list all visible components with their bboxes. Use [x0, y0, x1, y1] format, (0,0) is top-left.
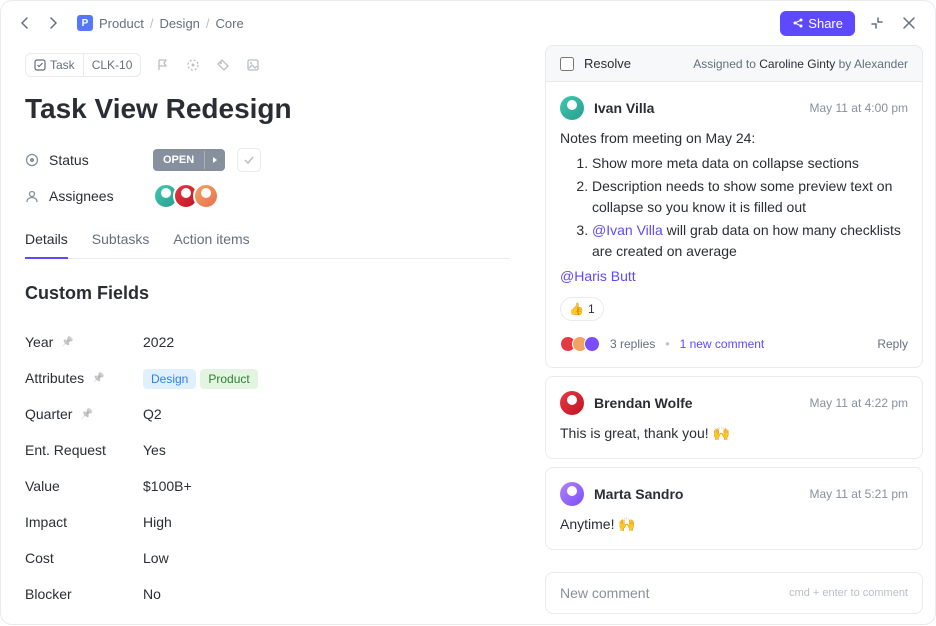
custom-field-row: CostLow [25, 540, 509, 576]
custom-fields-heading: Custom Fields [25, 283, 509, 304]
complete-button[interactable] [237, 148, 261, 172]
comment-body: This is great, thank you! 🙌 [560, 423, 908, 444]
status-label: Status [49, 152, 89, 168]
assignees-label: Assignees [49, 188, 114, 204]
custom-field-label: Value [25, 478, 143, 494]
breadcrumb-item[interactable]: Design [159, 16, 199, 31]
tag[interactable]: Design [143, 369, 196, 389]
tab-subtasks[interactable]: Subtasks [92, 231, 150, 259]
collapse-icon[interactable] [867, 13, 887, 33]
custom-field-row: Value$100B+ [25, 468, 509, 504]
tabs: Details Subtasks Action items [25, 231, 509, 259]
comment-time: May 11 at 5:21 pm [810, 487, 909, 501]
tag[interactable]: Product [200, 369, 257, 389]
comment: Marta Sandro May 11 at 5:21 pm Anytime! … [545, 467, 923, 550]
custom-field-value[interactable]: Low [143, 550, 169, 566]
topbar: P Product / Design / Core Share [1, 1, 935, 45]
pin-icon: 📌 [61, 337, 73, 348]
comments-panel: Resolve Assigned to Caroline Ginty by Al… [533, 45, 935, 626]
custom-field-row: ImpactHigh [25, 504, 509, 540]
custom-field-value[interactable]: $100B+ [143, 478, 192, 494]
custom-field-value[interactable]: Q2 [143, 406, 162, 422]
custom-field-row: Ent. RequestYes [25, 432, 509, 468]
nav-back[interactable] [17, 15, 33, 31]
thread-avatars [560, 336, 600, 352]
composer-hint: cmd + enter to comment [789, 587, 908, 599]
custom-field-row: BlockerNo [25, 576, 509, 612]
custom-field-label: Cost [25, 550, 143, 566]
pin-icon: 📌 [80, 409, 92, 420]
breadcrumb[interactable]: P Product / Design / Core [77, 15, 244, 31]
comment: Brendan Wolfe May 11 at 4:22 pm This is … [545, 376, 923, 459]
share-icon [792, 17, 804, 29]
assignees-avatars[interactable] [153, 183, 219, 209]
custom-field-value[interactable]: High [143, 514, 172, 530]
avatar[interactable] [193, 183, 219, 209]
task-title[interactable]: Task View Redesign [25, 93, 509, 125]
custom-field-value[interactable]: Yes [143, 442, 166, 458]
tag-icon[interactable] [215, 57, 231, 73]
tab-action-items[interactable]: Action items [173, 231, 249, 259]
reply-button[interactable]: Reply [877, 335, 908, 353]
comment-author: Brendan Wolfe [594, 395, 693, 411]
status-icon [25, 153, 39, 167]
breadcrumb-item[interactable]: Core [216, 16, 244, 31]
thread-replies[interactable]: 3 replies [610, 335, 655, 353]
assigned-text: Assigned to Caroline Ginty by Alexander [693, 57, 908, 71]
task-id: CLK-10 [92, 58, 133, 72]
breadcrumb-item[interactable]: Product [99, 16, 144, 31]
task-icon [34, 59, 46, 71]
avatar[interactable] [560, 391, 584, 415]
custom-field-row: Quarter📌Q2 [25, 396, 509, 432]
avatar[interactable] [560, 482, 584, 506]
mention[interactable]: @Haris Butt [560, 268, 636, 284]
pin-icon: 📌 [92, 373, 104, 384]
status-pill[interactable]: OPEN [153, 149, 225, 171]
resolve-bar: Resolve Assigned to Caroline Ginty by Al… [545, 45, 923, 82]
custom-field-label: Blocker [25, 586, 143, 602]
thread-new[interactable]: 1 new comment [680, 335, 765, 353]
custom-field-label: Quarter📌 [25, 406, 143, 422]
mention[interactable]: @Ivan Villa [592, 222, 663, 238]
comment-author: Ivan Villa [594, 100, 654, 116]
custom-field-label: Ent. Request [25, 442, 143, 458]
custom-field-label: Year📌 [25, 334, 143, 350]
comment-body: Notes from meeting on May 24: Show more … [560, 128, 908, 353]
task-type-chip[interactable]: Task CLK-10 [25, 53, 141, 77]
composer-placeholder: New comment [560, 585, 649, 601]
status-next-icon[interactable] [204, 151, 225, 169]
share-button[interactable]: Share [780, 11, 855, 36]
comment-time: May 11 at 4:22 pm [810, 396, 909, 410]
resolve-checkbox[interactable] [560, 57, 574, 71]
comment-composer[interactable]: New comment cmd + enter to comment [545, 572, 923, 614]
image-icon[interactable] [245, 57, 261, 73]
custom-field-value[interactable]: DesignProduct [143, 370, 262, 386]
space-icon: P [77, 15, 93, 31]
flag-icon[interactable] [155, 57, 171, 73]
custom-field-row: Year📌2022 [25, 324, 509, 360]
tab-details[interactable]: Details [25, 231, 68, 259]
close-icon[interactable] [899, 13, 919, 33]
task-detail-panel: Task CLK-10 Task View Redesign Status OP… [1, 45, 533, 626]
comment: Ivan Villa May 11 at 4:00 pm Notes from … [545, 82, 923, 368]
custom-field-value[interactable]: No [143, 586, 161, 602]
comment-body: Anytime! 🙌 [560, 514, 908, 535]
custom-field-label: Impact [25, 514, 143, 530]
comment-author: Marta Sandro [594, 486, 683, 502]
reaction-button[interactable]: 👍 1 [560, 297, 604, 321]
sprint-icon[interactable] [185, 57, 201, 73]
custom-field-value[interactable]: 2022 [143, 334, 174, 350]
custom-field-row: Attributes📌DesignProduct [25, 360, 509, 396]
avatar[interactable] [560, 96, 584, 120]
comment-time: May 11 at 4:00 pm [810, 101, 909, 115]
custom-field-label: Attributes📌 [25, 370, 143, 386]
person-icon [25, 189, 39, 203]
resolve-label[interactable]: Resolve [584, 56, 631, 71]
nav-forward[interactable] [45, 15, 61, 31]
